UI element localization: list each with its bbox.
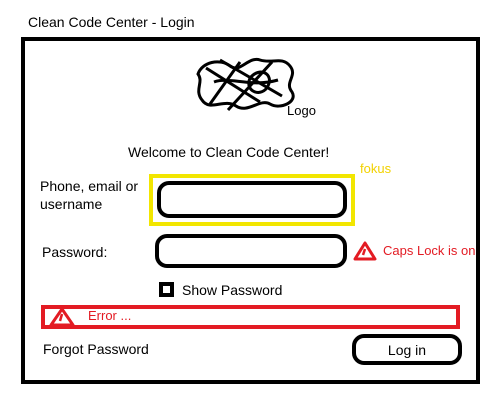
password-label: Password: — [42, 244, 108, 260]
password-input[interactable] — [155, 234, 347, 268]
forgot-password-link[interactable]: Forgot Password — [43, 341, 149, 357]
show-password-checkbox[interactable] — [159, 282, 174, 297]
logo-label: Logo — [287, 103, 316, 118]
show-password-label[interactable]: Show Password — [182, 282, 282, 298]
welcome-message: Welcome to Clean Code Center! — [128, 144, 330, 160]
login-button[interactable]: Log in — [352, 334, 462, 365]
caps-lock-warning: Caps Lock is on — [383, 243, 476, 258]
error-message: Error ... — [88, 308, 132, 323]
window-title: Clean Code Center - Login — [28, 14, 195, 30]
username-input[interactable] — [157, 181, 347, 218]
warning-triangle-icon — [353, 241, 377, 261]
logo-icon — [196, 57, 295, 112]
error-triangle-icon — [49, 307, 75, 327]
focus-annotation: fokus — [360, 161, 392, 176]
username-label: Phone, email or username — [40, 178, 139, 212]
